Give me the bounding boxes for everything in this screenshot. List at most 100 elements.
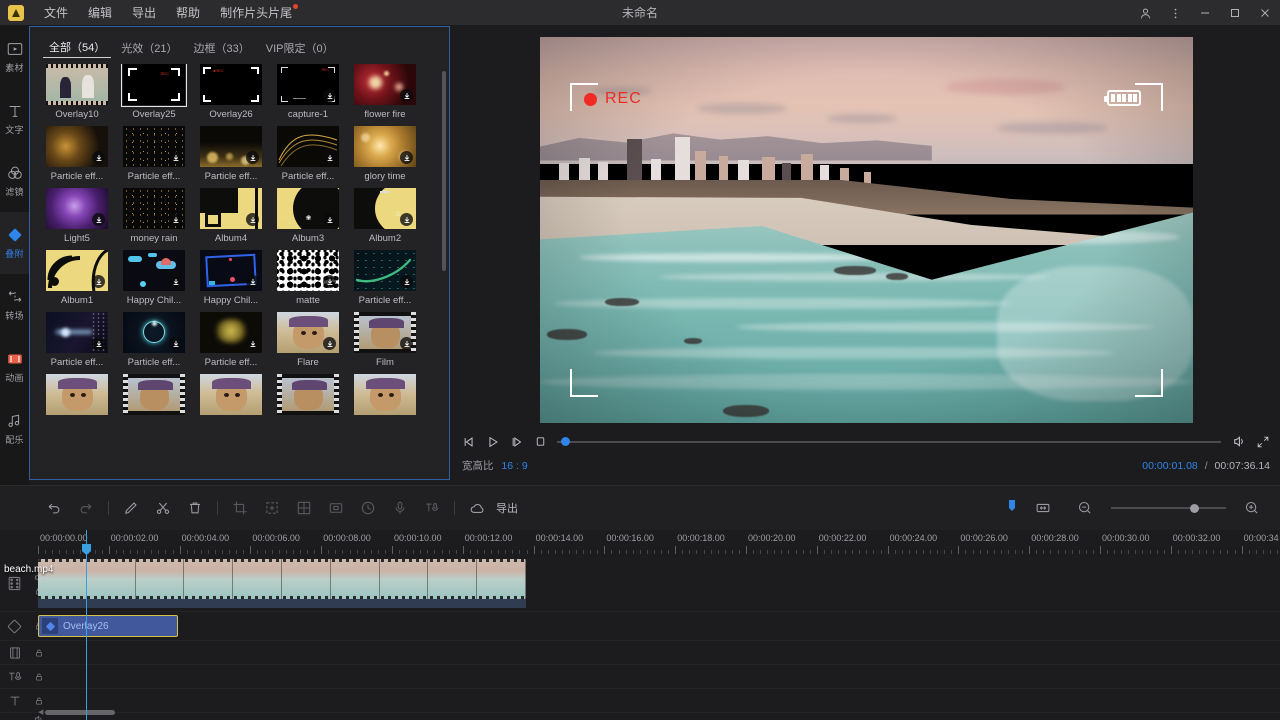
download-icon[interactable] (323, 213, 336, 226)
asset-thumbnail[interactable] (200, 374, 262, 415)
download-icon[interactable] (246, 151, 259, 164)
asset-thumbnail[interactable] (354, 64, 416, 105)
timeline-ruler[interactable]: 00:00:00.0000:00:02.0000:00:04.0000:00:0… (0, 530, 1280, 556)
download-icon[interactable] (400, 213, 413, 226)
asset-item[interactable]: glory time (347, 126, 423, 182)
text-to-speech-button[interactable] (419, 495, 445, 521)
mosaic-button[interactable] (291, 495, 317, 521)
asset-item[interactable]: Particle eff... (193, 312, 269, 368)
asset-thumbnail[interactable] (277, 126, 339, 167)
asset-item[interactable]: Film (347, 312, 423, 368)
record-voice-button[interactable] (387, 495, 413, 521)
video-track-2-controls[interactable] (29, 641, 48, 664)
close-button[interactable] (1250, 0, 1280, 26)
asset-item[interactable]: Particle eff... (347, 250, 423, 306)
lock-icon[interactable] (34, 672, 44, 682)
asset-item[interactable]: ☆Album2 (347, 188, 423, 244)
delete-button[interactable] (182, 495, 208, 521)
asset-item[interactable]: REC▬▬▬▬capture-1 (270, 64, 346, 120)
download-icon[interactable] (169, 337, 182, 350)
asset-thumbnail[interactable] (123, 312, 185, 353)
asset-item[interactable]: Album1 (39, 250, 115, 306)
freeze-frame-button[interactable] (259, 495, 285, 521)
split-button[interactable] (150, 495, 176, 521)
crop-button[interactable] (227, 495, 253, 521)
download-icon[interactable] (92, 337, 105, 350)
timeline-playhead[interactable] (86, 530, 87, 720)
download-icon[interactable] (323, 337, 336, 350)
lock-icon[interactable] (34, 648, 44, 658)
download-icon[interactable] (400, 275, 413, 288)
export-button[interactable]: 导出 (496, 500, 518, 516)
asset-item[interactable]: Particle eff... (116, 126, 192, 182)
asset-item[interactable]: Particle eff... (116, 312, 192, 368)
asset-thumbnail[interactable] (123, 126, 185, 167)
timeline-zoom-slider[interactable] (1111, 502, 1226, 514)
track-row-text[interactable] (0, 689, 1280, 713)
tab-border[interactable]: 边框（33） (188, 38, 256, 58)
redo-button[interactable] (73, 495, 99, 521)
tab-light-effect[interactable]: 光效（21） (115, 38, 183, 58)
download-icon[interactable] (246, 275, 259, 288)
asset-thumbnail[interactable] (354, 312, 416, 353)
asset-item[interactable] (193, 374, 269, 415)
fit-timeline-button[interactable] (1030, 495, 1056, 521)
menu-help[interactable]: 帮助 (166, 0, 210, 26)
asset-thumbnail[interactable] (46, 64, 108, 105)
download-icon[interactable] (246, 337, 259, 350)
marker-button[interactable] (1007, 499, 1017, 518)
menu-edit[interactable]: 编辑 (78, 0, 122, 26)
undo-button[interactable] (41, 495, 67, 521)
asset-item[interactable]: Particle eff... (39, 126, 115, 182)
download-icon[interactable] (169, 151, 182, 164)
asset-thumbnail[interactable] (200, 250, 262, 291)
asset-thumbnail[interactable] (123, 188, 185, 229)
asset-thumbnail[interactable] (123, 374, 185, 415)
minimize-button[interactable] (1190, 0, 1220, 26)
download-icon[interactable] (169, 213, 182, 226)
asset-thumbnail[interactable] (200, 312, 262, 353)
menu-file[interactable]: 文件 (34, 0, 78, 26)
timeline-horizontal-scrollbar[interactable] (45, 710, 115, 715)
download-icon[interactable] (246, 213, 259, 226)
asset-thumbnail[interactable]: ●REC (200, 64, 262, 105)
download-icon[interactable] (92, 151, 105, 164)
download-icon[interactable] (92, 275, 105, 288)
download-icon[interactable] (400, 337, 413, 350)
account-icon[interactable] (1130, 0, 1160, 26)
asset-thumbnail[interactable] (46, 188, 108, 229)
asset-item[interactable]: Happy Chil... (116, 250, 192, 306)
asset-thumbnail[interactable] (354, 374, 416, 415)
tab-all[interactable]: 全部（54） (43, 37, 111, 58)
preview-scrubber[interactable] (557, 435, 1221, 449)
lock-icon[interactable] (34, 696, 44, 706)
asset-thumbnail[interactable]: ☆ (354, 188, 416, 229)
asset-item[interactable]: matte (270, 250, 346, 306)
menu-intro-outro[interactable]: 制作片头片尾 (210, 0, 302, 26)
download-icon[interactable] (400, 151, 413, 164)
sidebar-item-transition[interactable]: 转场 (0, 274, 29, 336)
asset-item[interactable]: Light5 (39, 188, 115, 244)
sidebar-item-material[interactable]: 素材 (0, 26, 29, 88)
track-row-video-2[interactable] (0, 641, 1280, 665)
sidebar-item-filter[interactable]: 滤镜 (0, 150, 29, 212)
download-icon[interactable] (400, 89, 413, 102)
download-icon[interactable] (92, 213, 105, 226)
asset-thumbnail[interactable] (46, 312, 108, 353)
video-preview[interactable]: REC (540, 37, 1193, 423)
download-icon[interactable] (323, 275, 336, 288)
cloud-button[interactable] (464, 495, 490, 521)
asset-item[interactable]: Overlay10 (39, 64, 115, 120)
asset-item[interactable]: Album4 (193, 188, 269, 244)
timeline-clip-overlay[interactable]: Overlay26 (38, 615, 178, 637)
asset-thumbnail[interactable]: REC▬▬▬▬ (277, 64, 339, 105)
asset-item[interactable]: ♡❀Album3 (270, 188, 346, 244)
track-row-tts[interactable] (0, 665, 1280, 689)
asset-thumbnail[interactable] (123, 250, 185, 291)
scroll-left-arrow[interactable]: ◀ (38, 708, 43, 716)
zoom-out-button[interactable] (1072, 495, 1098, 521)
download-icon[interactable] (323, 89, 336, 102)
asset-thumbnail[interactable] (277, 312, 339, 353)
speed-button[interactable] (355, 495, 381, 521)
asset-item[interactable]: Particle eff... (270, 126, 346, 182)
